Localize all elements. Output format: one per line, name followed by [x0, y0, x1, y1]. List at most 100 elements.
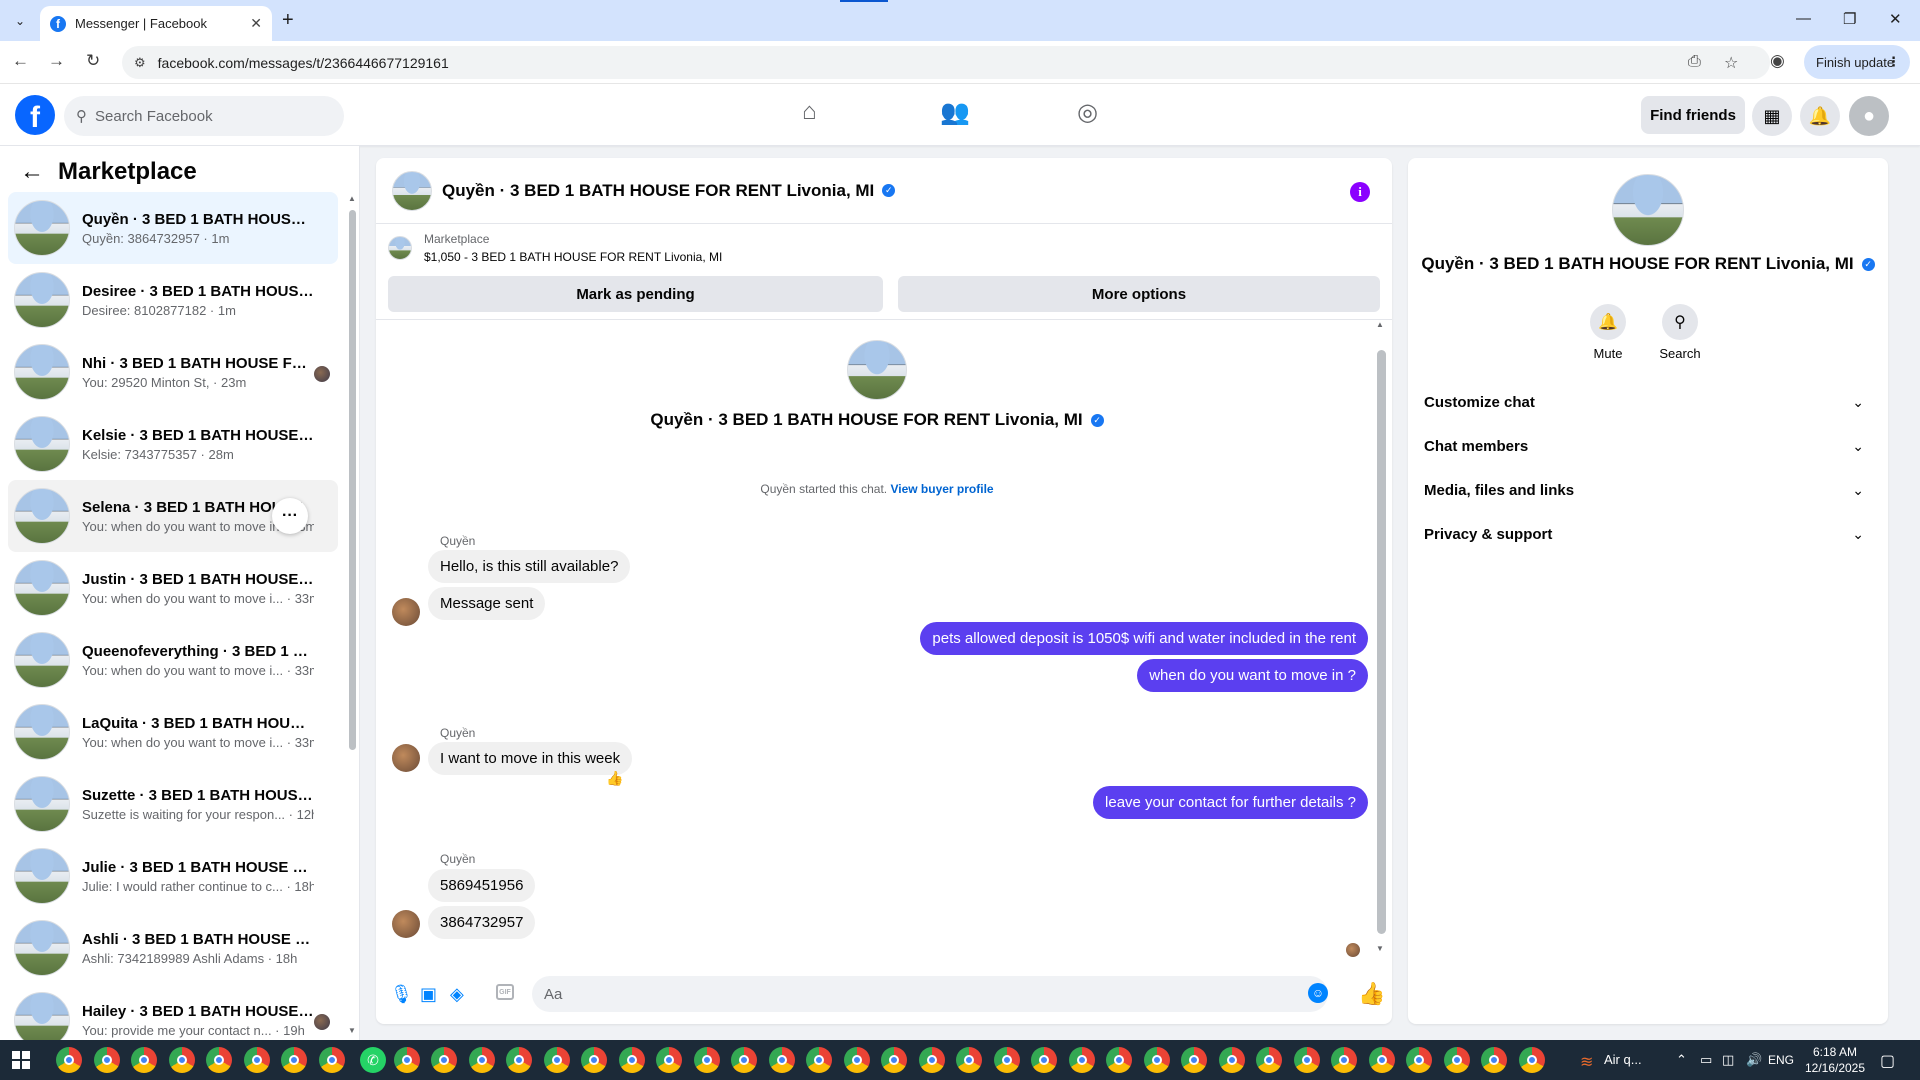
- home-icon[interactable]: ⌂: [802, 98, 817, 126]
- conversation-item[interactable]: Queenofeverything · 3 BED 1 BA... You: wh…: [8, 624, 338, 696]
- incoming-message[interactable]: I want to move in this week: [428, 742, 633, 775]
- mute-button[interactable]: 🔔 Mute: [1578, 304, 1638, 361]
- chrome-taskbar-icon[interactable]: [393, 1047, 420, 1073]
- scroll-down-arrow-icon[interactable]: ▼: [1376, 944, 1384, 953]
- chrome-taskbar-icon[interactable]: [956, 1047, 982, 1073]
- mark-as-pending-button[interactable]: Mark as pending: [388, 276, 883, 312]
- chrome-taskbar-icon[interactable]: [1068, 1047, 1095, 1073]
- sender-avatar[interactable]: [392, 744, 420, 772]
- chrome-taskbar-icon[interactable]: [843, 1047, 870, 1073]
- browser-menu-icon[interactable]: ⋮: [1887, 54, 1900, 70]
- conversation-item[interactable]: Julie · 3 BED 1 BATH HOUSE FOR... Julie: …: [8, 840, 338, 912]
- incoming-message[interactable]: Message sent: [428, 587, 546, 620]
- back-arrow-icon[interactable]: ←: [20, 158, 44, 186]
- incoming-message[interactable]: 5869451956: [428, 869, 536, 902]
- microphone-icon[interactable]: 🎙: [390, 984, 413, 1005]
- facebook-search-input[interactable]: ⚲ Search Facebook: [64, 96, 344, 136]
- chrome-taskbar-icon[interactable]: [656, 1047, 682, 1073]
- conversation-item[interactable]: Kelsie · 3 BED 1 BATH HOUSE FO... Kelsie:…: [8, 408, 338, 480]
- chrome-taskbar-icon[interactable]: [693, 1047, 720, 1073]
- find-friends-button[interactable]: Find friends: [1641, 96, 1745, 134]
- language-indicator[interactable]: ENG: [1768, 1053, 1794, 1067]
- more-options-icon[interactable]: ···: [272, 498, 308, 534]
- info-icon[interactable]: i: [1350, 182, 1370, 202]
- scroll-up-arrow-icon[interactable]: ▲: [1376, 320, 1384, 329]
- chrome-taskbar-icon[interactable]: [1368, 1047, 1395, 1073]
- browser-tab[interactable]: f Messenger | Facebook ✕: [40, 6, 272, 41]
- chrome-taskbar-icon[interactable]: [243, 1047, 270, 1073]
- chat-avatar[interactable]: [392, 170, 432, 211]
- chrome-taskbar-icon[interactable]: [881, 1047, 907, 1073]
- clock[interactable]: 6:18 AM 12/16/2025: [1800, 1044, 1870, 1076]
- sender-avatar[interactable]: [392, 910, 420, 938]
- bookmark-star-icon[interactable]: ☆: [1724, 53, 1738, 73]
- conversation-item[interactable]: Selena · 3 BED 1 BATH HOUSE You: when do …: [8, 480, 338, 552]
- photo-attach-icon[interactable]: ▣: [420, 984, 437, 1005]
- windows-start-icon[interactable]: [12, 1051, 30, 1069]
- conversation-item[interactable]: Desiree · 3 BED 1 BATH HOUSE F... Desiree…: [8, 264, 338, 336]
- chrome-taskbar-icon[interactable]: [318, 1047, 345, 1073]
- chrome-taskbar-icon[interactable]: [56, 1047, 82, 1073]
- reload-icon[interactable]: ↻: [86, 51, 100, 71]
- chrome-taskbar-icon[interactable]: [1106, 1047, 1132, 1073]
- outgoing-message[interactable]: pets allowed deposit is 1050$ wifi and w…: [920, 622, 1368, 655]
- gif-icon[interactable]: GIF: [496, 984, 514, 1000]
- chrome-taskbar-icon[interactable]: [168, 1047, 195, 1073]
- chrome-taskbar-icon[interactable]: [1331, 1047, 1357, 1073]
- outgoing-message[interactable]: when do you want to move in ?: [1137, 659, 1368, 692]
- chrome-taskbar-icon[interactable]: [93, 1047, 120, 1073]
- conversation-item[interactable]: Quyền · 3 BED 1 BATH HOUSE F... Quyền: 38…: [8, 192, 338, 264]
- chrome-taskbar-icon[interactable]: [581, 1047, 607, 1073]
- back-arrow-icon[interactable]: ←: [12, 51, 29, 71]
- chrome-taskbar-icon[interactable]: [506, 1047, 532, 1073]
- address-bar[interactable]: ⚙ facebook.com/messages/t/23664466771291…: [122, 46, 1770, 79]
- chrome-taskbar-icon[interactable]: [468, 1047, 495, 1073]
- whatsapp-icon[interactable]: ✆: [360, 1047, 386, 1073]
- chrome-taskbar-icon[interactable]: [131, 1047, 157, 1073]
- browser-profile-icon[interactable]: ◉: [1770, 51, 1785, 71]
- groups-icon[interactable]: ◎: [1077, 98, 1098, 127]
- view-buyer-profile-link[interactable]: View buyer profile: [890, 482, 993, 496]
- sticker-icon[interactable]: ◈: [450, 984, 464, 1005]
- more-options-button[interactable]: More options: [898, 276, 1380, 312]
- new-tab-button[interactable]: +: [282, 9, 294, 31]
- scroll-down-arrow-icon[interactable]: ▼: [348, 1026, 356, 1035]
- chrome-taskbar-icon[interactable]: [731, 1047, 757, 1073]
- profile-avatar[interactable]: [1612, 174, 1684, 246]
- account-avatar[interactable]: ●: [1849, 96, 1889, 136]
- chat-members-row[interactable]: Chat members ⌄: [1424, 424, 1872, 468]
- thumbs-up-send-icon[interactable]: 👍: [1358, 981, 1385, 1007]
- chrome-taskbar-icon[interactable]: [918, 1047, 945, 1073]
- chrome-taskbar-icon[interactable]: [431, 1047, 457, 1073]
- battery-icon[interactable]: ▭: [1700, 1052, 1712, 1068]
- chrome-taskbar-icon[interactable]: [1406, 1047, 1432, 1073]
- thread-scrollbar[interactable]: [1377, 350, 1386, 934]
- tab-search-button[interactable]: ⌄: [8, 9, 32, 33]
- conversation-item[interactable]: Suzette · 3 BED 1 BATH HOUSE F... Suzette…: [8, 768, 338, 840]
- install-app-icon[interactable]: ⎙: [1688, 53, 1701, 71]
- message-input[interactable]: Aa: [532, 976, 1328, 1012]
- chrome-taskbar-icon[interactable]: [618, 1047, 645, 1073]
- chrome-taskbar-icon[interactable]: [1218, 1047, 1245, 1073]
- customize-chat-row[interactable]: Customize chat ⌄: [1424, 380, 1872, 424]
- emoji-icon[interactable]: ☺: [1308, 983, 1328, 1003]
- media-files-links-row[interactable]: Media, files and links ⌄: [1424, 468, 1872, 512]
- chrome-taskbar-icon[interactable]: [281, 1047, 307, 1073]
- thumbs-up-reaction-icon[interactable]: 👍: [606, 770, 623, 787]
- chrome-taskbar-icon[interactable]: [206, 1047, 232, 1073]
- conversation-item[interactable]: Justin · 3 BED 1 BATH HOUSE FO... You: wh…: [8, 552, 338, 624]
- chrome-taskbar-icon[interactable]: [1518, 1047, 1545, 1073]
- chrome-taskbar-icon[interactable]: [768, 1047, 795, 1073]
- forward-arrow-icon[interactable]: →: [48, 51, 65, 71]
- volume-icon[interactable]: 🔊: [1746, 1052, 1762, 1068]
- sidebar-scrollbar[interactable]: [349, 210, 356, 750]
- chrome-taskbar-icon[interactable]: [1481, 1047, 1507, 1073]
- listing-title[interactable]: $1,050 - 3 BED 1 BATH HOUSE FOR RENT Liv…: [424, 250, 722, 264]
- chrome-taskbar-icon[interactable]: [1443, 1047, 1470, 1073]
- facebook-logo-icon[interactable]: f: [15, 95, 55, 135]
- conversation-item[interactable]: Nhi · 3 BED 1 BATH HOUSE FO... You: 29520…: [8, 336, 338, 408]
- tray-chevron-icon[interactable]: ⌃: [1676, 1052, 1687, 1068]
- chrome-taskbar-icon[interactable]: [993, 1047, 1020, 1073]
- finish-update-button[interactable]: Finish update ⋮: [1804, 45, 1910, 79]
- chrome-taskbar-icon[interactable]: [1143, 1047, 1170, 1073]
